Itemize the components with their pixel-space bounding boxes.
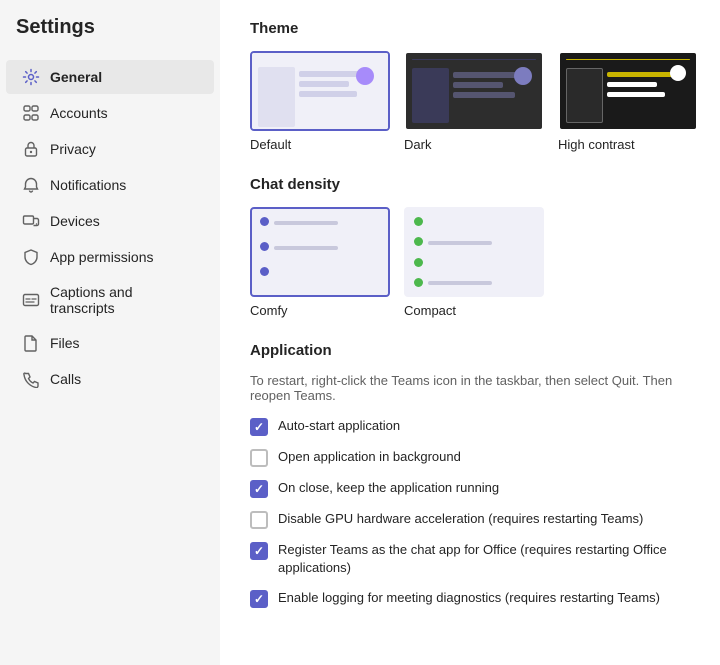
theme-dark-card[interactable]: Dark (404, 51, 544, 152)
theme-hc-label: High contrast (558, 137, 635, 152)
sidebar-item-files-label: Files (50, 335, 80, 351)
gear-icon (22, 68, 40, 86)
open-background-label: Open application in background (278, 448, 461, 466)
compact-dot2 (414, 237, 423, 246)
density-comfy-label: Comfy (250, 303, 390, 318)
density-compact-card[interactable]: Compact (404, 207, 544, 318)
auto-start-label: Auto-start application (278, 417, 400, 435)
page-title: Settings (0, 16, 220, 59)
chat-density-title: Chat density (250, 176, 690, 193)
comfy-dot (260, 217, 269, 226)
density-compact-label: Compact (404, 303, 544, 318)
enable-logging-checkbox[interactable] (250, 590, 268, 608)
sidebar-item-devices-label: Devices (50, 213, 100, 229)
compact-dot3 (414, 258, 423, 267)
theme-dark-label: Dark (404, 137, 431, 152)
checkbox-row-register-teams: Register Teams as the chat app for Offic… (250, 541, 690, 577)
theme-hc-preview (558, 51, 698, 131)
theme-section-title: Theme (250, 20, 690, 37)
sidebar-item-files[interactable]: Files (6, 326, 214, 360)
bell-icon (22, 176, 40, 194)
theme-default-label: Default (250, 137, 291, 152)
compact-dot (414, 217, 423, 226)
theme-default-preview (250, 51, 390, 131)
register-teams-label: Register Teams as the chat app for Offic… (278, 541, 690, 577)
theme-default-card[interactable]: Default (250, 51, 390, 152)
density-comfy-card[interactable]: Comfy (250, 207, 390, 318)
disable-gpu-checkbox[interactable] (250, 511, 268, 529)
compact-dot4 (414, 278, 423, 287)
theme-options: Default (250, 51, 690, 152)
sidebar-item-notifications[interactable]: Notifications (6, 168, 214, 202)
sidebar-item-calls[interactable]: Calls (6, 362, 214, 396)
enable-logging-label: Enable logging for meeting diagnostics (… (278, 589, 660, 607)
accounts-icon (22, 104, 40, 122)
theme-hc-card[interactable]: High contrast (558, 51, 698, 152)
sidebar-item-calls-label: Calls (50, 371, 81, 387)
theme-dark-preview (404, 51, 544, 131)
application-description: To restart, right-click the Teams icon i… (250, 373, 690, 403)
phone-icon (22, 370, 40, 388)
sidebar-item-notifications-label: Notifications (50, 177, 126, 193)
density-compact-preview (404, 207, 544, 297)
sidebar-item-privacy[interactable]: Privacy (6, 132, 214, 166)
register-teams-checkbox[interactable] (250, 542, 268, 560)
disable-gpu-label: Disable GPU hardware acceleration (requi… (278, 510, 643, 528)
density-options: Comfy (250, 207, 690, 318)
sidebar-item-captions[interactable]: Captions and transcripts (6, 276, 214, 324)
auto-start-checkbox[interactable] (250, 418, 268, 436)
sidebar-item-accounts[interactable]: Accounts (6, 96, 214, 130)
open-background-checkbox[interactable] (250, 449, 268, 467)
sidebar-item-accounts-label: Accounts (50, 105, 108, 121)
sidebar-item-captions-label: Captions and transcripts (50, 284, 198, 316)
sidebar-item-general[interactable]: General (6, 60, 214, 94)
comfy-dot3 (260, 267, 269, 276)
main-content: Theme (220, 0, 720, 665)
comfy-dot2 (260, 242, 269, 251)
checkbox-row-keep-running: On close, keep the application running (250, 479, 690, 498)
checkbox-row-disable-gpu: Disable GPU hardware acceleration (requi… (250, 510, 690, 529)
keep-running-label: On close, keep the application running (278, 479, 499, 497)
checkbox-row-enable-logging: Enable logging for meeting diagnostics (… (250, 589, 690, 608)
keep-running-checkbox[interactable] (250, 480, 268, 498)
sidebar: Settings General Accounts (0, 0, 220, 665)
checkbox-row-auto-start: Auto-start application (250, 417, 690, 436)
settings-window: Settings General Accounts (0, 0, 720, 665)
sidebar-item-general-label: General (50, 69, 102, 85)
sidebar-item-app-permissions-label: App permissions (50, 249, 154, 265)
captions-icon (22, 291, 40, 309)
sidebar-item-app-permissions[interactable]: App permissions (6, 240, 214, 274)
lock-icon (22, 140, 40, 158)
density-comfy-preview (250, 207, 390, 297)
devices-icon (22, 212, 40, 230)
file-icon (22, 334, 40, 352)
application-title: Application (250, 342, 690, 359)
sidebar-item-privacy-label: Privacy (50, 141, 96, 157)
checkbox-row-open-background: Open application in background (250, 448, 690, 467)
shield-icon (22, 248, 40, 266)
sidebar-item-devices[interactable]: Devices (6, 204, 214, 238)
